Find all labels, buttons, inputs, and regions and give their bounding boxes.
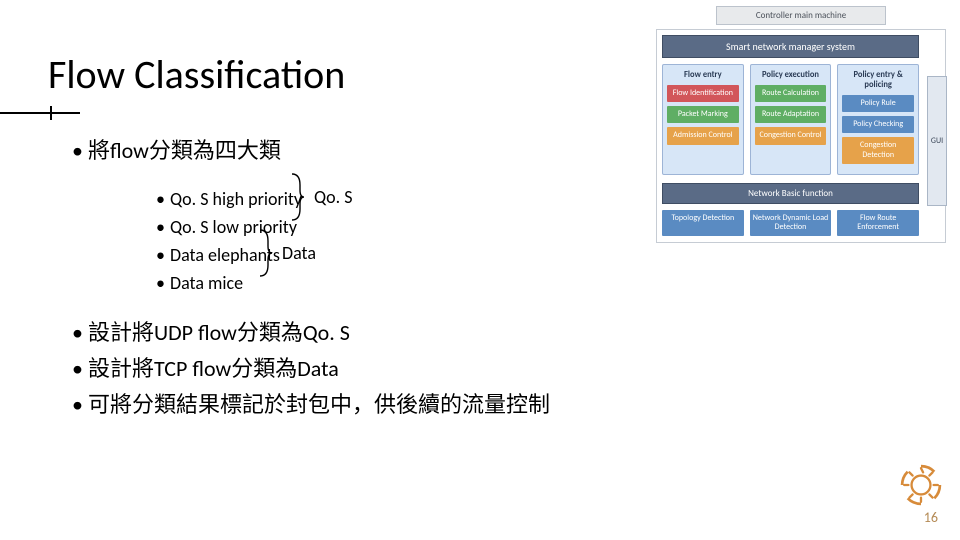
sub-bullet-4: Data mice <box>156 270 550 298</box>
bullet-main-4: 可將分類結果標記於封包中，供後續的流量控制 <box>72 388 550 422</box>
dg-system-title: Smart network manager system <box>662 35 919 58</box>
dg-col-3: Policy entry & policing Policy Rule Policy… <box>837 64 919 175</box>
dg-col-1: Flow entry Flow Identification Packet Mark… <box>662 64 744 175</box>
brace-data-label: Data <box>282 242 316 264</box>
dg-gui-label: GUI <box>927 76 947 206</box>
dg-box: Route Calculation <box>755 85 827 102</box>
bullet-main-2: 設計將UDP flow分類為Qo. S <box>72 316 550 350</box>
slide-body: 將flow分類為四大類 Qo. S high priority Qo. S lo… <box>72 134 550 424</box>
bullet-main-1: 將flow分類為四大類 <box>72 134 550 168</box>
slide-title: Flow Classification <box>48 50 345 99</box>
page-number: 16 <box>924 509 938 526</box>
sub-bullet-2: Qo. S low priority <box>156 214 550 242</box>
dg-box: Policy Rule <box>842 95 914 112</box>
dg-col-2: Policy execution Route Calculation Route A… <box>750 64 832 175</box>
title-underline <box>0 112 80 114</box>
dg-col-header: Policy entry & policing <box>842 70 914 90</box>
dg-col-header: Policy execution <box>755 70 827 80</box>
dg-box: Packet Marking <box>667 106 739 123</box>
title-tick <box>50 106 52 120</box>
dg-box: Congestion Control <box>755 127 827 144</box>
dg-box: Congestion Detection <box>842 137 914 163</box>
dg-box: Route Adaptation <box>755 106 827 123</box>
dg-bottom-box: Topology Detection <box>662 210 744 236</box>
brace-data <box>258 228 274 283</box>
dg-box: Admission Control <box>667 127 739 144</box>
sub-bullet-3: Data elephants <box>156 242 550 270</box>
dg-controller-title: Controller main machine <box>716 6 886 25</box>
dg-box: Policy Checking <box>842 116 914 133</box>
bullet-main-3: 設計將TCP flow分類為Data <box>72 352 550 386</box>
architecture-diagram: Controller main machine Smart network ma… <box>656 6 946 243</box>
brace-qos <box>290 172 306 227</box>
brace-qos-label: Qo. S <box>314 186 353 208</box>
gear-icon <box>900 464 942 506</box>
dg-basic-title: Network Basic function <box>662 183 919 204</box>
sub-bullet-1: Qo. S high priority <box>156 186 550 214</box>
dg-col-header: Flow entry <box>667 70 739 80</box>
dg-box: Flow Identification <box>667 85 739 102</box>
dg-bottom-box: Network Dynamic Load Detection <box>750 210 832 236</box>
dg-bottom-box: Flow Route Enforcement <box>837 210 919 236</box>
